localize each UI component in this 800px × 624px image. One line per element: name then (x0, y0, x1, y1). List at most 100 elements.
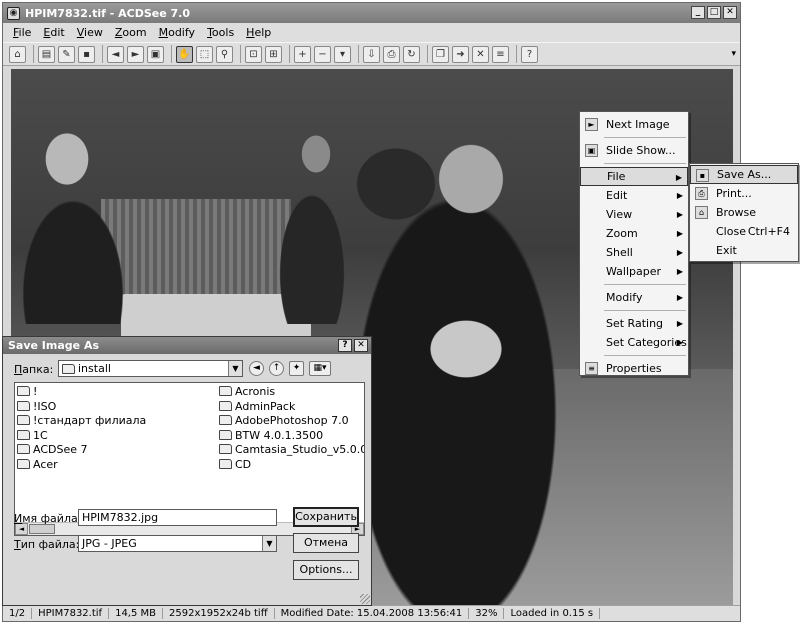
status-modified-date: Modified Date: 15.04.2008 13:56:41 (275, 608, 470, 619)
list-item[interactable]: AdminPack (219, 400, 364, 415)
menu-tools[interactable]: Tools (201, 26, 240, 39)
menu-separator (604, 355, 686, 356)
zoom-out-icon[interactable]: − (314, 45, 331, 63)
toolbar-separator (102, 45, 103, 63)
dialog-close-button[interactable]: ✕ (354, 339, 368, 352)
view-menu-icon[interactable]: ▦▾ (309, 361, 331, 376)
list-item[interactable]: ! (17, 385, 146, 400)
context-item-view[interactable]: View ▶ (580, 205, 688, 224)
fit-image-icon[interactable]: ⊡ (245, 45, 262, 63)
menu-file[interactable]: File (7, 26, 37, 39)
submenu-arrow-icon: ▶ (676, 267, 683, 276)
up-folder-icon[interactable]: ↑ (269, 361, 284, 376)
context-item-file[interactable]: File ▶ (580, 167, 688, 186)
folder-icon (219, 444, 232, 455)
hand-tool-icon[interactable]: ✋ (176, 45, 193, 63)
chevron-down-icon[interactable]: ▼ (262, 536, 276, 551)
submenu-item-label: Save As... (717, 168, 772, 181)
dialog-help-button[interactable]: ? (338, 339, 352, 352)
submenu-item-save-as[interactable]: ▪ Save As... (690, 165, 798, 184)
context-item-slide-show[interactable]: ▣ Slide Show... (580, 141, 688, 160)
menu-zoom[interactable]: Zoom (109, 26, 153, 39)
list-item[interactable]: Acer (17, 458, 146, 473)
toolbar: ⌂ ▤ ✎ ▪ ◄ ► ▣ ✋ ⬚ ⚲ ⊡ ⊞ + − ▾ ⇩ ⎙ ↻ ❐ ➜ … (3, 42, 740, 66)
filename-field[interactable]: HPIM7832.jpg (78, 509, 277, 526)
status-load-time: Loaded in 0.15 s (504, 608, 601, 619)
list-item[interactable]: Acronis (219, 385, 364, 400)
delete-icon[interactable]: ✕ (472, 45, 489, 63)
copy-icon[interactable]: ❐ (432, 45, 449, 63)
close-window-button[interactable]: ✕ (723, 6, 737, 19)
context-item-set-categories[interactable]: Set Categories ▶ (580, 333, 688, 352)
folder-value: install (78, 362, 111, 375)
dialog-title-bar[interactable]: Save Image As ? ✕ (3, 337, 371, 354)
scrollbar-thumb[interactable] (29, 524, 55, 534)
context-item-shell[interactable]: Shell ▶ (580, 243, 688, 262)
context-item-properties[interactable]: ≡ Properties (580, 359, 688, 378)
acquire-icon[interactable]: ⇩ (363, 45, 380, 63)
full-screen-icon[interactable]: ⊞ (265, 45, 282, 63)
list-item[interactable]: BTW 4.0.1.3500 (219, 429, 364, 444)
list-item[interactable]: 1C (17, 429, 146, 444)
list-item-label: 1C (33, 428, 48, 442)
minimize-button[interactable]: _ (691, 6, 705, 19)
toolbar-overflow-icon[interactable]: ▾ (731, 49, 736, 59)
context-item-label: Wallpaper (606, 265, 662, 278)
next-image-icon: ► (585, 118, 598, 131)
zoom-dropdown-icon[interactable]: ▾ (334, 45, 351, 63)
menu-edit[interactable]: Edit (37, 26, 70, 39)
chevron-down-icon[interactable]: ▼ (228, 361, 242, 376)
back-icon[interactable]: ◄ (249, 361, 264, 376)
save-icon[interactable]: ▪ (78, 45, 95, 63)
help-icon[interactable]: ? (521, 45, 538, 63)
context-item-wallpaper[interactable]: Wallpaper ▶ (580, 262, 688, 281)
slideshow-icon[interactable]: ▣ (147, 45, 164, 63)
resize-grip[interactable] (360, 594, 370, 604)
submenu-item-close[interactable]: Close Ctrl+F4 (690, 222, 798, 241)
list-item[interactable]: !ISO (17, 400, 146, 415)
rename-icon[interactable]: ≡ (492, 45, 509, 63)
select-tool-icon[interactable]: ⬚ (196, 45, 213, 63)
list-item[interactable]: AdobePhotoshop 7.0 (219, 414, 364, 429)
options-button[interactable]: Options... (293, 560, 359, 580)
print-icon[interactable]: ⎙ (383, 45, 400, 63)
menu-separator (604, 284, 686, 285)
browse-icon[interactable]: ⌂ (9, 45, 26, 63)
context-item-next-image[interactable]: ► Next Image (580, 115, 688, 134)
submenu-item-browse[interactable]: ⌂ Browse (690, 203, 798, 222)
list-item-label: CD (235, 457, 252, 471)
file-list-column-2: Acronis AdminPack AdobePhotoshop 7.0 BTW… (219, 385, 364, 473)
filetype-select[interactable]: JPG - JPEG ▼ (78, 535, 277, 552)
zoom-in-icon[interactable]: + (294, 45, 311, 63)
list-item[interactable]: !стандарт филиала (17, 414, 146, 429)
context-item-zoom[interactable]: Zoom ▶ (580, 224, 688, 243)
list-item-label: ! (33, 385, 38, 398)
submenu-arrow-icon: ▶ (676, 229, 683, 238)
maximize-button[interactable]: □ (707, 6, 721, 19)
open-icon[interactable]: ▤ (38, 45, 55, 63)
list-item[interactable]: CD (219, 458, 364, 473)
acdsee-app-icon[interactable]: ◉ (7, 6, 20, 20)
menu-modify[interactable]: Modify (153, 26, 201, 39)
context-item-set-rating[interactable]: Set Rating ▶ (580, 314, 688, 333)
context-item-edit[interactable]: Edit ▶ (580, 186, 688, 205)
rotate-icon[interactable]: ↻ (403, 45, 420, 63)
next-image-icon[interactable]: ► (127, 45, 144, 63)
save-button[interactable]: Сохранить (293, 507, 359, 527)
previous-image-icon[interactable]: ◄ (107, 45, 124, 63)
context-item-modify[interactable]: Modify ▶ (580, 288, 688, 307)
zoom-tool-icon[interactable]: ⚲ (216, 45, 233, 63)
photo-hands (411, 294, 521, 404)
list-item[interactable]: Camtasia_Studio_v5.0.0.384.R (219, 443, 364, 458)
edit-icon[interactable]: ✎ (58, 45, 75, 63)
menu-view[interactable]: View (71, 26, 109, 39)
move-icon[interactable]: ➜ (452, 45, 469, 63)
title-bar[interactable]: ◉ HPIM7832.tif - ACDSee 7.0 _ □ ✕ (3, 3, 740, 23)
new-folder-icon[interactable]: ✦ (289, 361, 304, 376)
folder-combo[interactable]: install ▼ (58, 360, 243, 377)
cancel-button[interactable]: Отмена (293, 533, 359, 553)
submenu-item-print[interactable]: ⎙ Print... (690, 184, 798, 203)
menu-help[interactable]: Help (240, 26, 277, 39)
list-item[interactable]: ACDSee 7 (17, 443, 146, 458)
submenu-item-exit[interactable]: Exit (690, 241, 798, 260)
